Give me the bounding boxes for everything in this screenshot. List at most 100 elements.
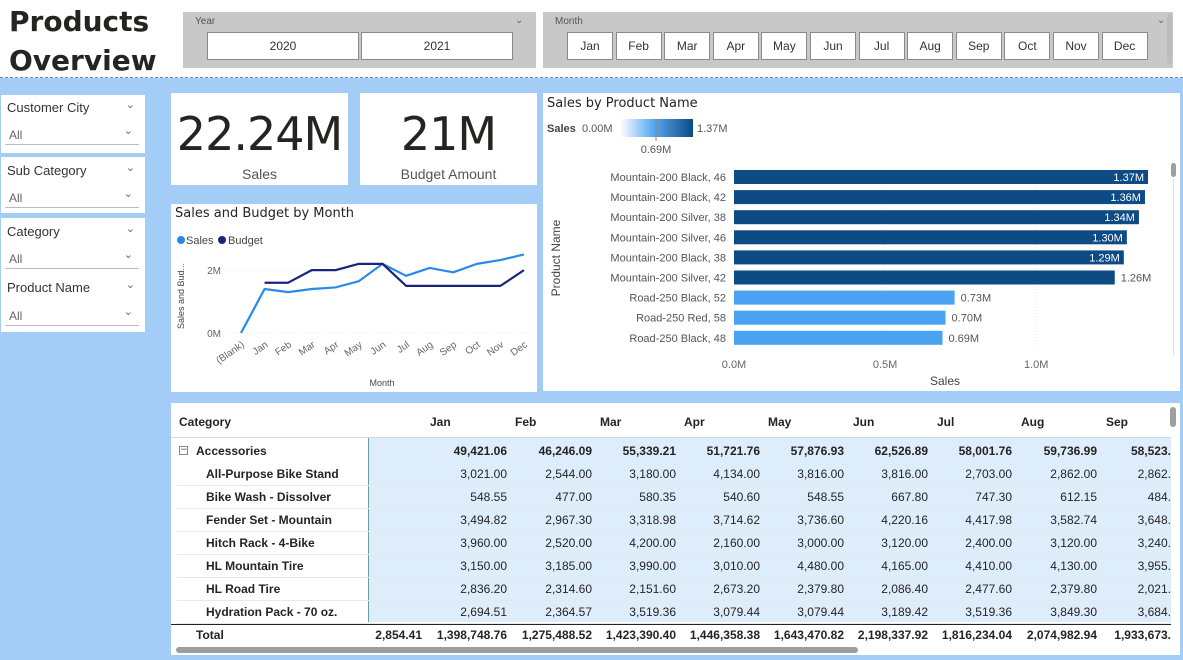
month-tile-may[interactable]: May [761,32,808,60]
filter-customer-city[interactable]: Customer City ⌄ All ⌄ [1,95,145,153]
page-title-line-2: Overview [9,44,157,77]
bar-category-label: Mountain-200 Silver, 38 [610,212,726,224]
matrix-cell: 2,160.00 [713,536,760,550]
bar-chart: Sales 0.00M 1.37M 0.69M Product Name 0.0M 0.5M… [547,119,1152,388]
bar-category-label: Road-250 Black, 48 [629,333,726,345]
matrix-column-header[interactable]: Jun [853,415,874,429]
collapse-minus-icon[interactable]: − [179,446,188,455]
filter-underline [5,144,139,145]
filter-label: Customer City [7,100,90,115]
chevron-down-icon[interactable]: ⌄ [126,98,135,111]
filter-sub-category[interactable]: Sub Category ⌄ All ⌄ [1,157,145,213]
year-slicer: Year ⌄ 2020 2021 [183,12,536,68]
matrix-column-header[interactable]: May [768,415,791,429]
matrix-column-header[interactable]: Jan [430,415,451,429]
month-tile-dec[interactable]: Dec [1101,32,1148,60]
sales-matrix: Category Jan Feb Mar Apr May Jun Jul Aug Sep − Acce… [171,403,1171,655]
matrix-cell: 3,736.60 [797,513,844,527]
x-tick-label: Mar [297,339,318,358]
matrix-cell: 46,246.09 [538,444,592,458]
matrix-total-label: Total [196,628,224,642]
bar [734,250,1124,265]
matrix-cell: 4,480.00 [797,559,844,573]
bar [734,290,955,305]
month-slicer: Month ⌄ Jan Feb Mar Apr May Jun Jul Aug Sep Oct No… [543,12,1173,68]
legend-sales-label: Sales [186,235,214,247]
month-tile-feb[interactable]: Feb [615,32,662,60]
chevron-down-icon[interactable]: ⌄ [124,187,133,200]
matrix-vertical-scrollbar[interactable] [1170,407,1176,427]
matrix-total-cell: 1,933,673. [1114,628,1171,642]
matrix-column-header[interactable]: Apr [684,415,705,429]
chevron-down-icon[interactable]: ⌄ [126,222,135,235]
matrix-cell: 2,021. [1137,582,1171,596]
matrix-column-header[interactable]: Mar [600,415,621,429]
month-tile-mar[interactable]: Mar [664,32,711,60]
chevron-down-icon[interactable]: ⌄ [124,305,133,318]
filter-value[interactable]: All [9,309,22,323]
matrix-column-header[interactable]: Sep [1106,415,1128,429]
matrix-cell: 3,150.00 [460,559,507,573]
page-title-line-1: Products [9,5,150,38]
series-line-sales [240,253,525,334]
matrix-cell: 2,703.00 [965,467,1012,481]
matrix-cell: 3,519.36 [965,605,1012,619]
matrix-cell: 484. [1147,490,1171,504]
matrix-column-header[interactable]: Jul [937,415,954,429]
matrix-cell: 3,240. [1137,536,1171,550]
matrix-cell: 540.60 [723,490,760,504]
series-line-budget [264,262,525,287]
month-tile-sep[interactable]: Sep [955,32,1002,60]
month-tile-oct[interactable]: Oct [1004,32,1051,60]
chevron-down-icon[interactable]: ⌄ [124,124,133,137]
bar [734,170,1148,184]
year-tile-2021[interactable]: 2021 [361,32,513,60]
year-tile-2020[interactable]: 2020 [207,32,359,60]
filter-category-and-product: Category ⌄ All ⌄ Product Name ⌄ All ⌄ [1,218,145,332]
month-tile-nov[interactable]: Nov [1053,32,1099,60]
matrix-total-cell: 1,423,390.40 [605,628,676,642]
bar-data-label: 1.29M [1089,252,1120,264]
bar-data-label: 1.34M [1104,212,1135,224]
matrix-horizontal-scrollbar[interactable] [176,647,858,653]
matrix-row-label: Bike Wash - Dissolver [206,490,331,504]
gradient-legend-max: 1.37M [697,123,728,135]
matrix-cell: 4,165.00 [881,559,928,573]
matrix-column-header[interactable]: Feb [515,415,536,429]
month-tile-jan[interactable]: Jan [567,32,613,60]
matrix-cell: 3,648. [1137,513,1171,527]
chevron-down-icon[interactable]: ⌄ [515,15,523,26]
matrix-cell: 57,876.93 [790,444,844,458]
chevron-down-icon[interactable]: ⌄ [124,248,133,261]
filter-value[interactable]: All [9,191,22,205]
matrix-group-divider [368,438,369,622]
matrix-row-header[interactable]: Category [179,415,231,429]
filter-underline [5,207,139,208]
matrix-cell: 4,134.00 [713,467,760,481]
matrix-cell: 3,494.82 [460,513,507,527]
bar [734,230,1127,245]
month-slicer-scrollbar[interactable] [1167,14,1172,64]
matrix-cell: 3,318.98 [629,513,676,527]
chevron-down-icon[interactable]: ⌄ [1157,15,1165,26]
matrix-cell: 2,673.20 [713,582,760,596]
filter-value[interactable]: All [9,252,22,266]
month-tile-apr[interactable]: Apr [712,32,759,60]
y-axis-label: Product Name [549,219,563,296]
matrix-cell: 3,955. [1137,559,1171,573]
bar-chart-scrollbar[interactable] [1171,163,1176,177]
month-tile-jun[interactable]: Jun [810,32,856,60]
filter-value[interactable]: All [9,128,22,142]
month-tile-jul[interactable]: Jul [858,32,905,60]
matrix-row-label: All-Purpose Bike Stand [206,467,339,481]
matrix-cell: 3,519.36 [629,605,676,619]
chevron-down-icon[interactable]: ⌄ [126,278,135,291]
matrix-column-header[interactable]: Aug [1021,415,1044,429]
month-tile-aug[interactable]: Aug [907,32,954,60]
kpi-sales-label: Sales [241,166,278,182]
matrix-cell: 2,151.60 [629,582,676,596]
chevron-down-icon[interactable]: ⌄ [126,161,135,174]
matrix-cell: 2,314.60 [545,582,592,596]
bar-data-label: 1.26M [1121,273,1152,285]
matrix-cell: 3,990.00 [629,559,676,573]
